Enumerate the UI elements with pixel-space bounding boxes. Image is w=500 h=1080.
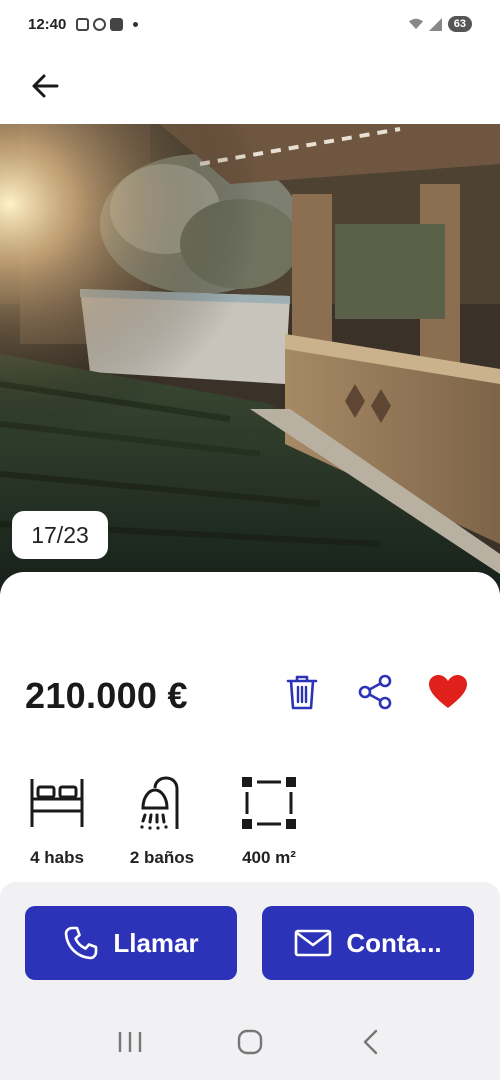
feature-area-label: 400 m² [242,848,296,867]
trash-icon [286,675,318,710]
feature-bedrooms-label: 4 habs [30,848,84,867]
feature-bathrooms: 2 baños [120,772,204,868]
home-icon [237,1029,263,1055]
listing-details: 210.000 € 4 habs 2 baños 400 m² [0,572,500,892]
call-button[interactable]: Llamar [25,906,237,980]
battery-indicator: 63 [447,16,472,32]
phone-icon [65,926,98,960]
area-icon [236,772,302,834]
contact-action-bar: Llamar Conta... [0,882,500,1004]
delete-button[interactable] [282,670,322,714]
wifi-icon [408,18,423,29]
system-nav-bar [0,1004,500,1080]
arrow-left-icon [32,74,59,98]
contact-button[interactable]: Conta... [262,906,474,980]
share-button[interactable] [355,670,395,714]
call-button-label: Llamar [113,927,199,958]
message-icon [110,17,124,31]
sync-icon [93,17,107,31]
recent-apps-button[interactable] [110,1022,150,1062]
feature-area: 400 m² [232,772,306,868]
screenshot-icon [76,17,90,31]
share-icon [358,674,392,710]
contact-button-label: Conta... [346,927,442,958]
notification-icons [76,17,124,31]
app-header [0,48,500,124]
back-button[interactable] [28,69,62,103]
heart-icon [429,675,467,708]
more-notifications-icon [133,21,139,27]
bed-icon [24,772,90,834]
listing-price: 210.000 € [25,675,188,716]
listing-features: 4 habs 2 baños 400 m² [20,772,306,868]
feature-bedrooms: 4 habs [20,772,94,868]
system-back-button[interactable] [350,1022,390,1062]
shower-icon [129,772,195,834]
mail-icon [295,929,332,957]
favorite-button[interactable] [428,670,468,714]
home-button[interactable] [230,1022,270,1062]
chevron-left-icon [363,1029,378,1055]
system-status: 63 [408,16,472,32]
photo-counter: 17/23 [12,511,108,559]
listing-actions [282,670,468,714]
status-bar: 12:40 63 [0,0,500,48]
signal-icon [428,17,442,31]
feature-bathrooms-label: 2 baños [129,848,195,867]
status-time: 12:40 [28,15,67,33]
recent-apps-icon [118,1032,142,1052]
